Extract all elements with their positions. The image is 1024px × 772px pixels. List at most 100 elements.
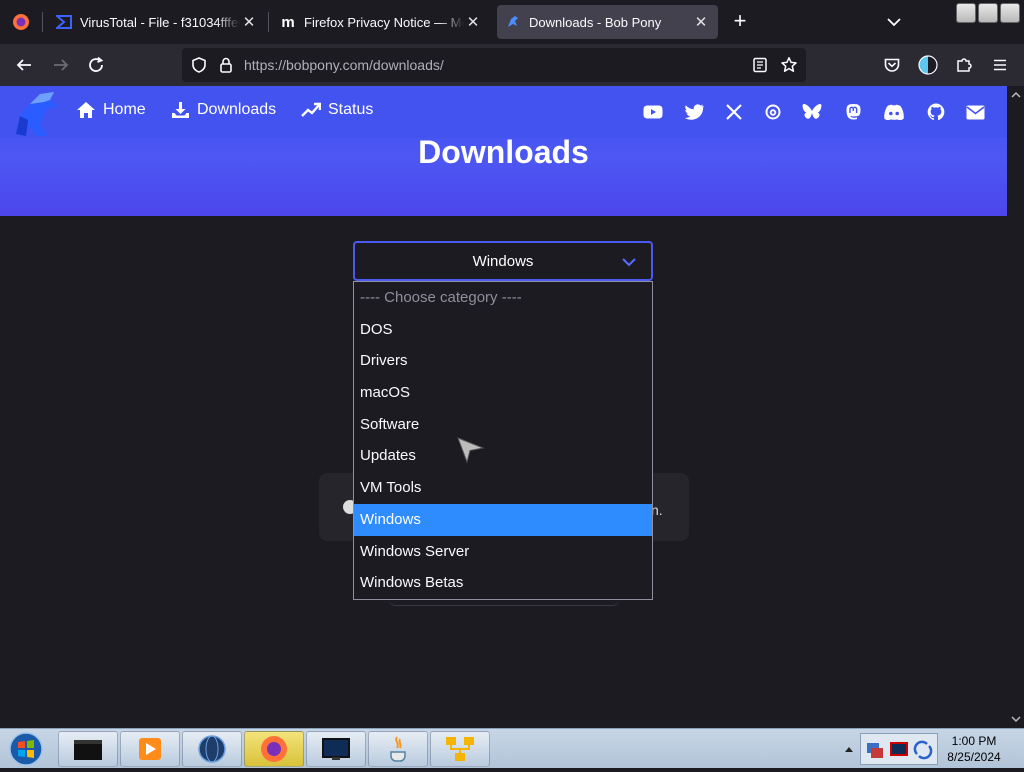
window-controls <box>952 0 1024 26</box>
taskbar-firefox[interactable] <box>244 731 304 767</box>
dropdown-option-windows-server[interactable]: Windows Server <box>354 536 652 568</box>
home-icon <box>77 102 95 118</box>
media-player-icon <box>139 738 161 760</box>
category-dropdown-list: ---- Choose category ---- DOS Drivers ma… <box>353 281 653 600</box>
address-bar[interactable]: https://bobpony.com/downloads/ <box>182 48 806 82</box>
show-hidden-icons-icon[interactable] <box>844 745 854 753</box>
firefox-view-icon[interactable] <box>0 0 42 44</box>
category-select[interactable]: Windows <box>353 241 653 281</box>
monitor-app-icon <box>322 738 350 760</box>
taskbar-terminal-app[interactable] <box>58 731 118 767</box>
dropdown-option-vm-tools[interactable]: VM Tools <box>354 472 652 504</box>
github-icon[interactable] <box>926 102 946 122</box>
new-tab-button[interactable]: + <box>728 10 752 34</box>
dropdown-option-updates[interactable]: Updates <box>354 440 652 472</box>
dropdown-option-windows[interactable]: Windows <box>354 503 652 536</box>
taskbar-java-app[interactable] <box>368 731 428 767</box>
back-arrow-icon[interactable] <box>12 53 36 77</box>
nav-downloads-label: Downloads <box>197 101 277 118</box>
java-icon <box>390 736 406 762</box>
sync-tray-icon[interactable] <box>913 740 933 760</box>
windows-taskbar: 1:00 PM 8/25/2024 <box>0 728 1024 768</box>
tab-close-icon[interactable]: ✕ <box>464 13 482 31</box>
tab-title: Downloads - Bob Pony <box>529 14 662 30</box>
minimize-icon[interactable] <box>956 3 976 23</box>
scroll-down-icon[interactable] <box>1011 714 1021 724</box>
network-status-icon[interactable] <box>865 740 885 760</box>
reload-icon[interactable] <box>84 53 108 77</box>
scroll-up-icon[interactable] <box>1011 90 1021 100</box>
globe-app-icon <box>198 735 226 763</box>
tab-close-icon[interactable]: ✕ <box>692 13 710 31</box>
tab-close-icon[interactable]: ✕ <box>240 13 258 31</box>
taskbar-clock[interactable]: 1:00 PM 8/25/2024 <box>938 733 1010 765</box>
dark-reader-extension-icon[interactable] <box>916 53 940 77</box>
threads-icon[interactable] <box>763 102 783 122</box>
hamburger-menu-icon[interactable] <box>988 53 1012 77</box>
lock-icon[interactable] <box>218 56 234 79</box>
browser-toolbar: https://bobpony.com/downloads/ <box>0 44 1024 86</box>
nav-status-label: Status <box>328 101 374 118</box>
page-title: Downloads <box>418 134 589 170</box>
youtube-icon[interactable] <box>643 102 663 122</box>
page-scrollbar[interactable] <box>1007 86 1024 728</box>
terminal-app-icon <box>74 740 102 760</box>
tab-downloads-bobpony[interactable]: Downloads - Bob Pony ✕ <box>497 5 718 39</box>
category-select-value: Windows <box>472 252 534 270</box>
mouse-cursor-icon <box>456 436 486 469</box>
email-icon[interactable] <box>965 102 985 122</box>
bobpony-logo-icon[interactable] <box>10 90 62 138</box>
taskbar-network-app[interactable] <box>430 731 490 767</box>
dropdown-option-windows-betas[interactable]: Windows Betas <box>354 567 652 599</box>
dropdown-option-software[interactable]: Software <box>354 409 652 441</box>
start-orb-icon[interactable] <box>6 731 46 767</box>
dropdown-option-dos[interactable]: DOS <box>354 314 652 346</box>
tab-title: Firefox Privacy Notice — Mozilla <box>304 14 464 30</box>
nav-home-link[interactable]: Home <box>76 101 146 119</box>
bookmark-star-icon[interactable] <box>780 56 798 79</box>
tracking-shield-icon[interactable] <box>190 56 208 79</box>
bobpony-icon <box>505 14 521 30</box>
pocket-icon[interactable] <box>880 53 904 77</box>
web-page: Home Downloads Status Downloads n. Windo… <box>0 86 1007 728</box>
mozilla-icon: m <box>281 13 295 31</box>
taskbar-globe-app[interactable] <box>182 731 242 767</box>
mastodon-icon[interactable] <box>843 102 863 122</box>
url-path: /downloads/ <box>369 57 444 73</box>
tab-virustotal[interactable]: VirusTotal - File - f31034fffec42 ✕ <box>48 5 266 39</box>
bluesky-icon[interactable] <box>802 102 822 122</box>
taskbar-media-player[interactable] <box>120 731 180 767</box>
tab-firefox-privacy[interactable]: m Firefox Privacy Notice — Mozilla ✕ <box>272 5 490 39</box>
browser-tab-strip: VirusTotal - File - f31034fffec42 ✕ m Fi… <box>0 0 1024 44</box>
tray-icons-group <box>860 733 938 765</box>
list-all-tabs-chevron-icon[interactable] <box>884 12 904 32</box>
forward-arrow-icon[interactable] <box>49 53 73 77</box>
clock-date: 8/25/2024 <box>947 750 1001 764</box>
x-icon[interactable] <box>724 102 744 122</box>
tab-title: VirusTotal - File - f31034fffec42 <box>80 14 240 30</box>
dropdown-option-placeholder[interactable]: ---- Choose category ---- <box>354 282 652 314</box>
nav-home-label: Home <box>103 101 146 118</box>
twitter-icon[interactable] <box>684 102 704 122</box>
restore-icon[interactable] <box>978 3 998 23</box>
tab-separator <box>268 12 269 32</box>
status-trend-icon <box>301 102 321 117</box>
url-text: https://bobpony.com/downloads/ <box>244 57 444 73</box>
url-host: https://bobpony.com <box>244 57 370 73</box>
extensions-puzzle-icon[interactable] <box>952 53 976 77</box>
network-app-icon <box>446 737 474 761</box>
download-icon <box>172 102 189 118</box>
nav-status-link[interactable]: Status <box>301 101 373 119</box>
window-close-icon[interactable] <box>1000 3 1020 23</box>
site-nav: Home Downloads Status <box>0 86 1007 138</box>
dropdown-option-drivers[interactable]: Drivers <box>354 345 652 377</box>
firefox-icon <box>261 736 287 762</box>
nav-downloads-link[interactable]: Downloads <box>171 101 276 119</box>
taskbar-monitor-app[interactable] <box>306 731 366 767</box>
reader-view-icon[interactable] <box>752 57 768 78</box>
dropdown-option-macos[interactable]: macOS <box>354 377 652 409</box>
chevron-down-icon <box>621 255 637 272</box>
display-tray-icon[interactable] <box>889 740 909 760</box>
discord-icon[interactable] <box>884 102 904 122</box>
tab-separator <box>42 12 43 32</box>
